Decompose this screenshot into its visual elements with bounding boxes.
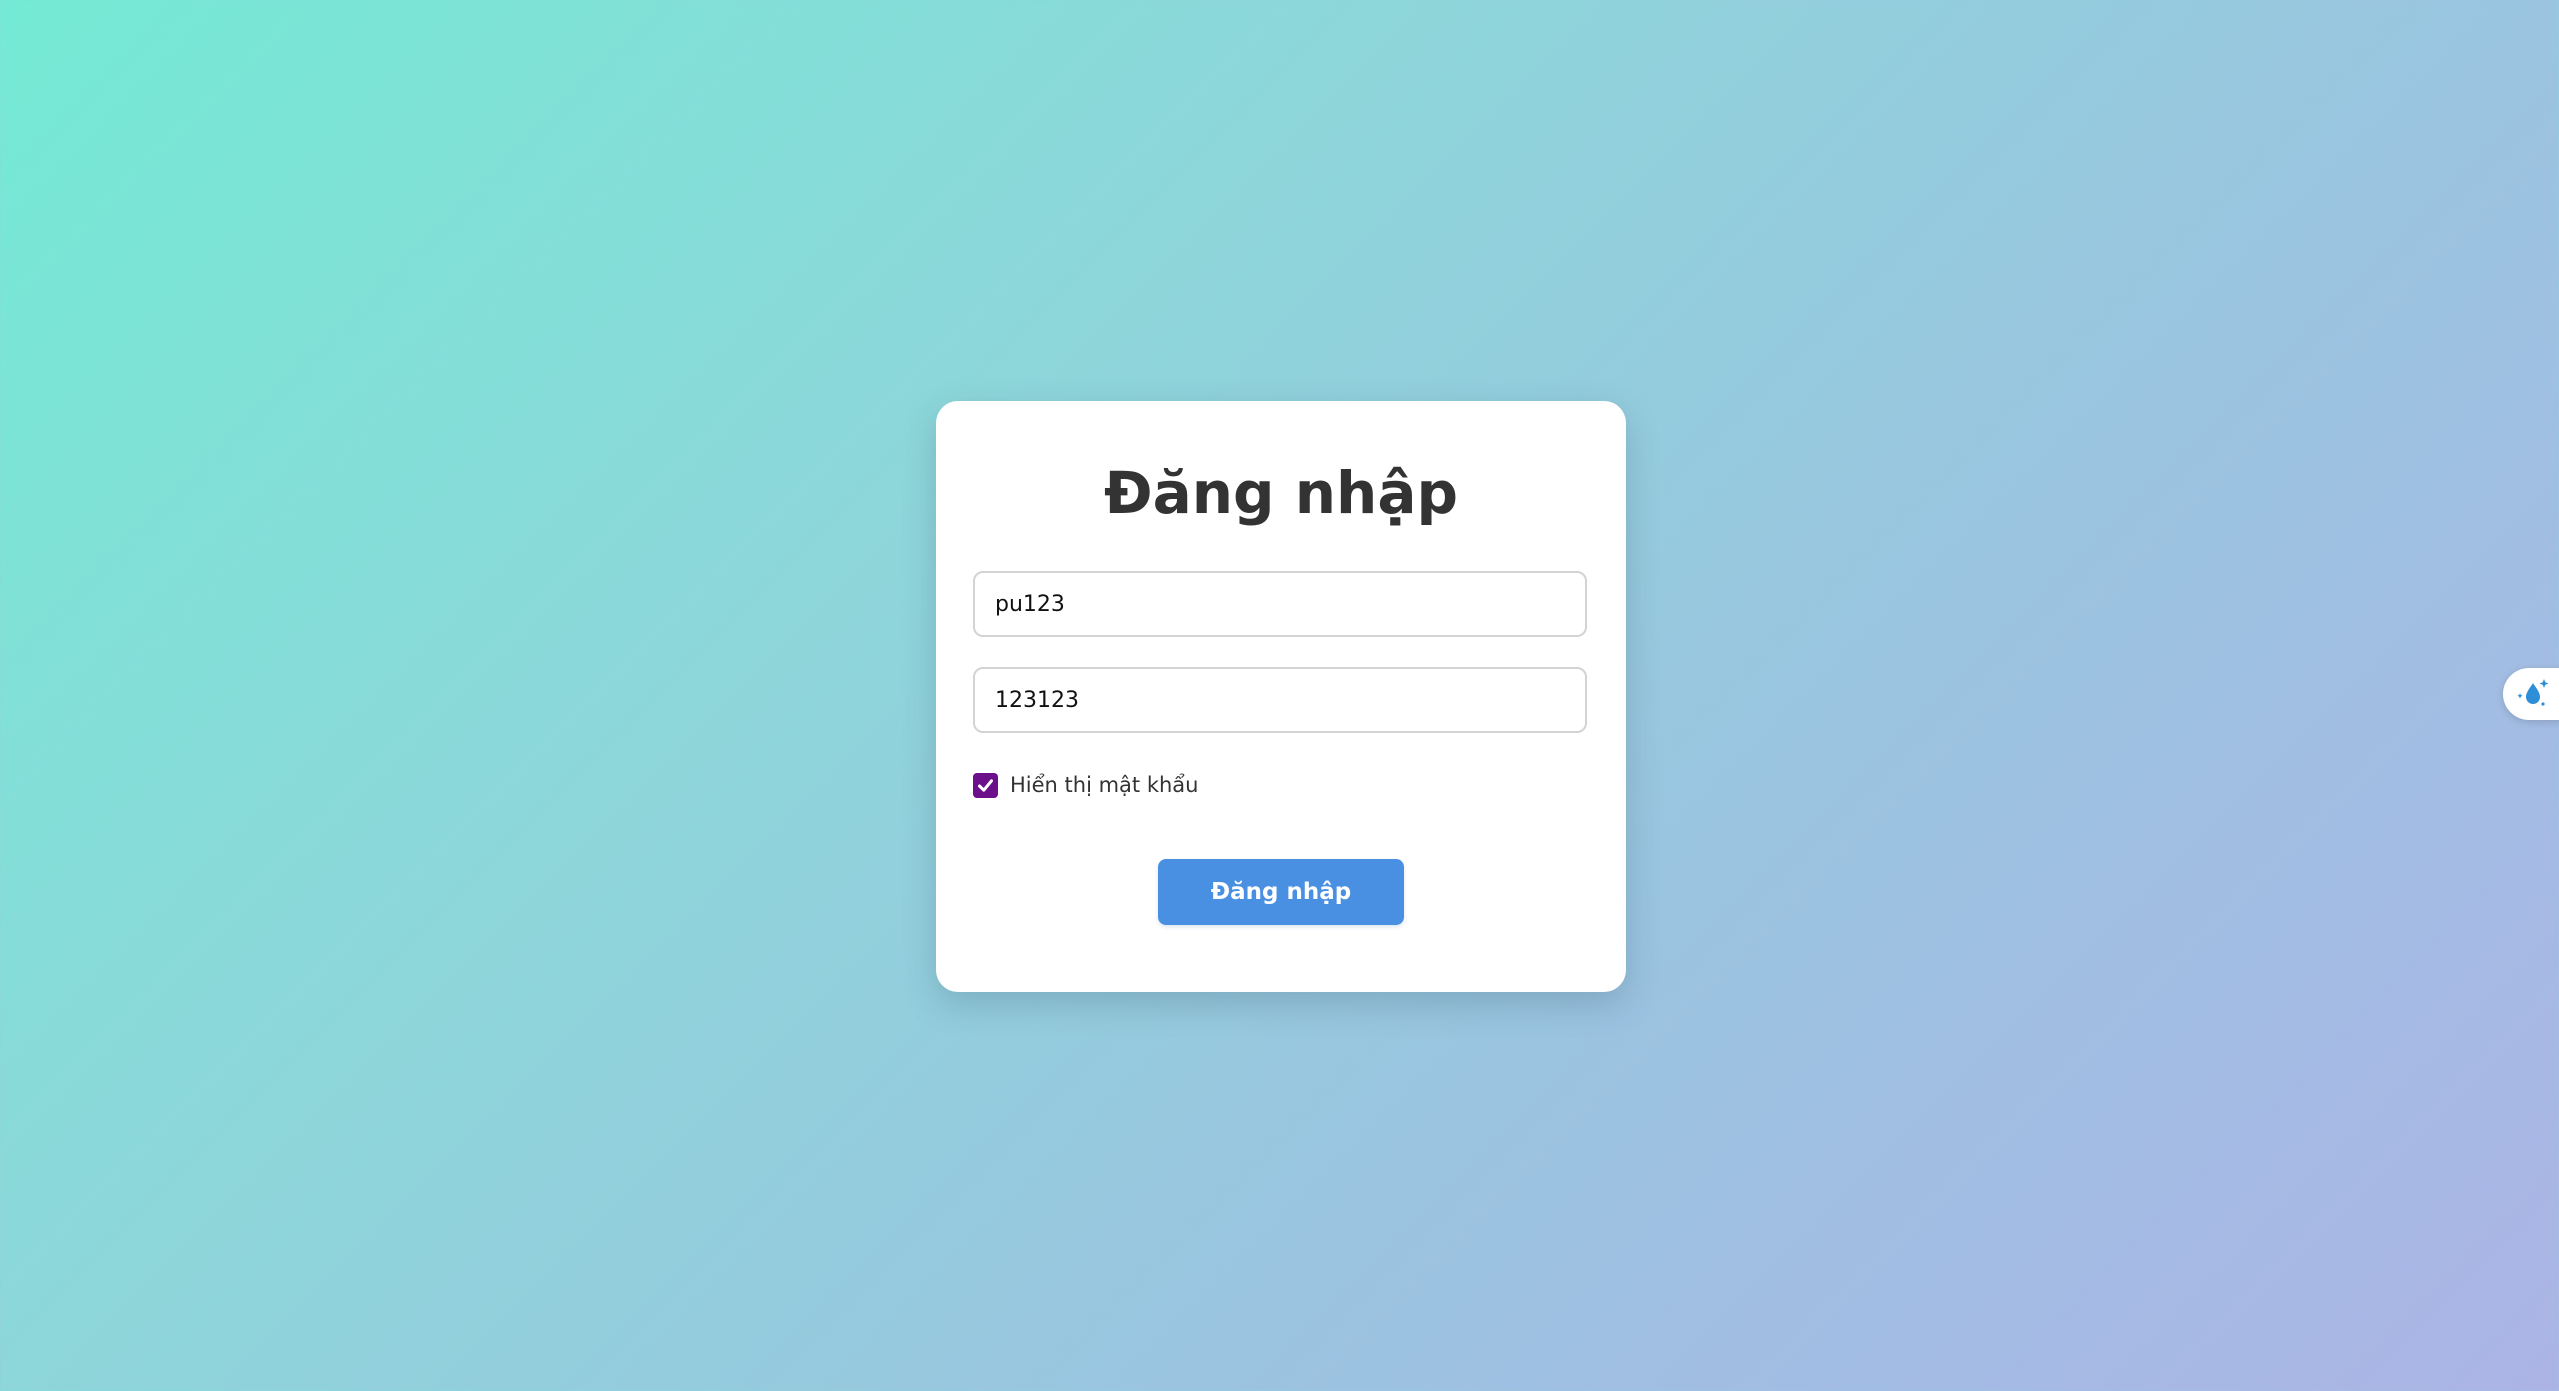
username-input[interactable] xyxy=(973,571,1587,637)
water-drop-sparkle-icon xyxy=(2517,679,2549,706)
show-password-row[interactable]: Hiển thị mật khẩu xyxy=(973,771,1198,799)
show-password-label: Hiển thị mật khẩu xyxy=(1010,773,1199,797)
login-button[interactable]: Đăng nhập xyxy=(1158,859,1404,925)
side-widget-button[interactable] xyxy=(2503,668,2559,720)
password-input[interactable] xyxy=(973,667,1587,733)
show-password-checkbox[interactable] xyxy=(973,772,998,798)
checkmark-icon xyxy=(978,778,993,792)
page-title: Đăng nhập xyxy=(1104,459,1458,527)
login-card: Đăng nhập Hiển thị mật khẩu Đăng nhập xyxy=(936,401,1626,992)
